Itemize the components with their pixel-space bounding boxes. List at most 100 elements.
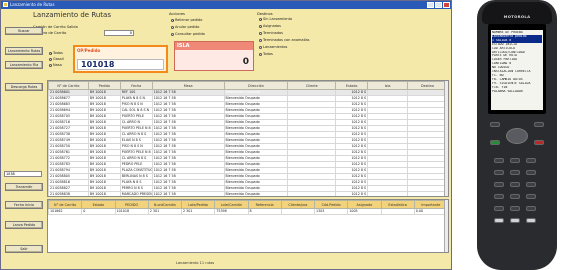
descarga-rutas-button[interactable]: Descarga Rutas: [5, 83, 43, 91]
radio-dot-icon: [49, 57, 52, 61]
column-header[interactable]: Cliente: [287, 81, 337, 90]
lanza-pedido-button[interactable]: Lanza Pedido: [5, 221, 43, 229]
table-cell[interactable]: 101018: [114, 208, 149, 215]
table-cell[interactable]: Bienvenido Ocupado: [223, 191, 289, 196]
radio-lanzamientos[interactable]: Lanzamientos: [259, 45, 287, 49]
table-cell[interactable]: 21 0058838: [48, 191, 89, 196]
number-key-icon: [526, 194, 536, 199]
table-cell[interactable]: 101862: [48, 208, 83, 215]
radio-terminados-anomalias[interactable]: Terminados con anomalías: [259, 38, 310, 42]
table-cell[interactable]: PLAZA CONSTITUCIÓN: [119, 167, 153, 174]
title-bar: Lanzamiento de Rutas: [1, 1, 451, 9]
table-cell[interactable]: BERLINAS N 8 S: [119, 173, 153, 180]
table-cell[interactable]: [367, 191, 409, 196]
buscar-button[interactable]: Buscar: [5, 27, 43, 35]
table-cell[interactable]: [280, 208, 316, 215]
table-cell[interactable]: 75398: [214, 208, 249, 215]
column-header[interactable]: PEDIDO: [114, 200, 149, 209]
table-cell[interactable]: 0.00: [413, 208, 448, 215]
number-key-icon: [510, 170, 520, 175]
radio-dot-icon: [259, 24, 262, 28]
number-key-icon: [526, 218, 536, 223]
radio-todos[interactable]: Todos: [49, 51, 63, 55]
minimize-button[interactable]: [427, 2, 434, 8]
radio-rellenar[interactable]: Rellenar pedido: [171, 18, 202, 22]
radio-asignados[interactable]: Asignados: [259, 24, 281, 28]
table-cell[interactable]: 2 301: [180, 208, 216, 215]
main-window: Lanzamiento de Rutas Lanzamiento de Ruta…: [0, 0, 452, 270]
column-header[interactable]: Estado: [81, 200, 116, 209]
column-header[interactable]: Cliente/pos: [280, 200, 316, 209]
column-header[interactable]: Lote/Camión: [214, 200, 249, 209]
table-cell[interactable]: CAL SOL N 8 S N: [119, 107, 153, 114]
column-header[interactable]: Pedido: [87, 81, 121, 90]
column-header[interactable]: Cód.Pedido: [313, 200, 349, 209]
column-header[interactable]: Isla: [367, 81, 409, 90]
table-cell[interactable]: 1005: [347, 208, 382, 215]
number-key-icon: [510, 218, 520, 223]
radio-anular[interactable]: Anular pedido: [171, 25, 199, 29]
number-input[interactable]: 0: [104, 30, 134, 36]
isla-panel: ISLA 0: [174, 41, 254, 71]
radio-dot-icon: [171, 18, 174, 22]
table-cell[interactable]: 0: [81, 208, 116, 215]
table-cell[interactable]: 1012 16 7 58: [151, 191, 225, 196]
handheld-device-image: MOTOROLA NOMBRE DE PRUEBA Lanzamiento ped…: [470, 0, 563, 270]
number-key-icon: [526, 170, 536, 175]
table-cell[interactable]: B9 10018: [87, 191, 121, 196]
device-brand: MOTOROLA: [503, 14, 531, 19]
number-key-icon: [494, 206, 504, 211]
transmitir-button[interactable]: Transmitir: [5, 183, 43, 191]
column-header[interactable]: Dirección: [223, 81, 289, 90]
radio-sin-lanzamiento[interactable]: Sin Lanzamiento: [259, 17, 292, 21]
column-header[interactable]: Destino: [407, 81, 448, 90]
radio-dot-icon: [259, 52, 262, 56]
radio-gasoil[interactable]: Gasoil: [49, 57, 64, 61]
detail-grid[interactable]: N° de Carrito Estado PEDIDO N.ordCamión Lote…: [47, 199, 449, 253]
salir-button[interactable]: Salir: [5, 245, 43, 253]
table-cell[interactable]: 8: [247, 208, 282, 215]
table-row[interactable]: 101862 0 101018 2 301 2 301 75398 8 1303 1005 0.0…: [48, 208, 448, 215]
column-header[interactable]: Referencia: [247, 200, 282, 209]
op-pedido-value[interactable]: 101018: [77, 59, 164, 70]
number-key-icon: [510, 158, 520, 163]
column-header[interactable]: Mesa: [151, 81, 225, 90]
column-header[interactable]: N.ordCamión: [147, 200, 183, 209]
column-header[interactable]: Asignado: [347, 200, 382, 209]
radio-consultar[interactable]: Consultar pedido: [171, 32, 205, 36]
routes-grid[interactable]: N° de Carrito Pedido Fecha Mesa Dirección Cli…: [47, 80, 449, 197]
grid-scrollbar[interactable]: [444, 81, 448, 196]
number-key-icon: [510, 206, 520, 211]
detail-scrollbar[interactable]: [444, 200, 448, 252]
column-header[interactable]: N° de Carrito: [48, 200, 83, 209]
column-header[interactable]: N° de Carrito: [48, 81, 89, 90]
column-header[interactable]: Lote/Pedido: [180, 200, 216, 209]
window-controls: [427, 2, 450, 8]
table-cell[interactable]: PUERTO PELE N 8 S: [119, 149, 153, 156]
radio-terminados[interactable]: Terminados: [259, 31, 283, 35]
number-key-icon: [494, 158, 504, 163]
table-cell[interactable]: MARCADO PRESENTE: [119, 191, 153, 196]
table-cell[interactable]: 1303: [313, 208, 349, 215]
device-top: [482, 2, 552, 24]
radio-nasa[interactable]: Nasa: [49, 63, 62, 67]
lanzamiento-fila-button[interactable]: Lanzamiento Fila: [5, 61, 43, 69]
lanzamiento-rutas-button[interactable]: Lanzamiento Rutas: [5, 47, 43, 55]
table-cell[interactable]: [380, 208, 415, 215]
column-header[interactable]: Estadística: [380, 200, 415, 209]
side-input[interactable]: 1038: [4, 171, 42, 177]
close-button[interactable]: [443, 2, 450, 8]
table-cell[interactable]: PUERTO PELE N 8 S: [119, 125, 153, 132]
radio-dot-icon: [49, 51, 52, 55]
table-cell[interactable]: 1012 8 S: [335, 191, 369, 196]
table-row[interactable]: 21 0058838B9 10018MARCADO PRESENTE1012 1…: [48, 191, 448, 196]
column-header[interactable]: Fecha: [119, 81, 153, 90]
table-cell[interactable]: [407, 191, 448, 196]
radio-todos-destinos[interactable]: Todos: [259, 52, 273, 56]
table-cell[interactable]: [287, 191, 337, 196]
column-header[interactable]: Importante: [413, 200, 448, 209]
table-cell[interactable]: 2 301: [147, 208, 183, 215]
column-header[interactable]: Estado: [335, 81, 369, 90]
maximize-button[interactable]: [435, 2, 442, 8]
fecha-inicio-button[interactable]: Fecha Inicio: [5, 201, 43, 209]
